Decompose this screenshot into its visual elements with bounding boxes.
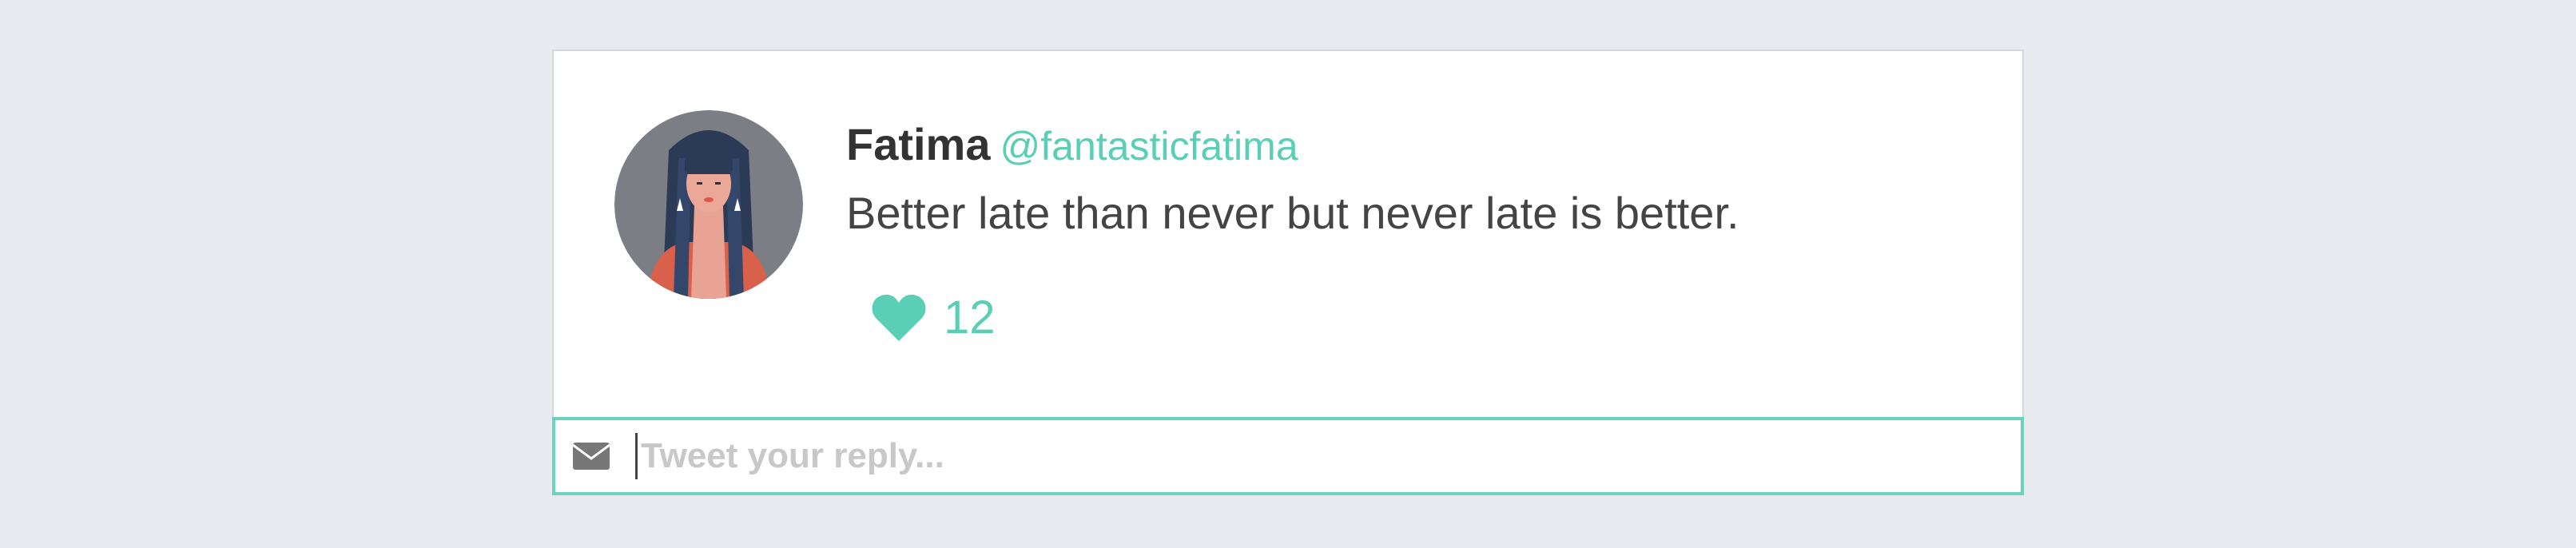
tweet-card: Fatima @fantasticfatima Better late than … — [552, 50, 2024, 495]
author-handle[interactable]: @fantasticfatima — [1000, 124, 1298, 169]
reply-input[interactable] — [635, 433, 1953, 479]
envelope-icon — [573, 442, 611, 471]
author-name[interactable]: Fatima — [846, 119, 991, 169]
like-count: 12 — [944, 292, 996, 343]
tweet-text: Better late than never but never late is… — [846, 188, 1739, 238]
heart-icon — [872, 294, 926, 341]
reply-box — [552, 417, 2024, 495]
like-button[interactable]: 12 — [872, 291, 996, 344]
avatar[interactable] — [614, 110, 803, 299]
avatar-illustration — [614, 110, 803, 299]
tweet-header: Fatima @fantasticfatima — [846, 118, 1298, 170]
